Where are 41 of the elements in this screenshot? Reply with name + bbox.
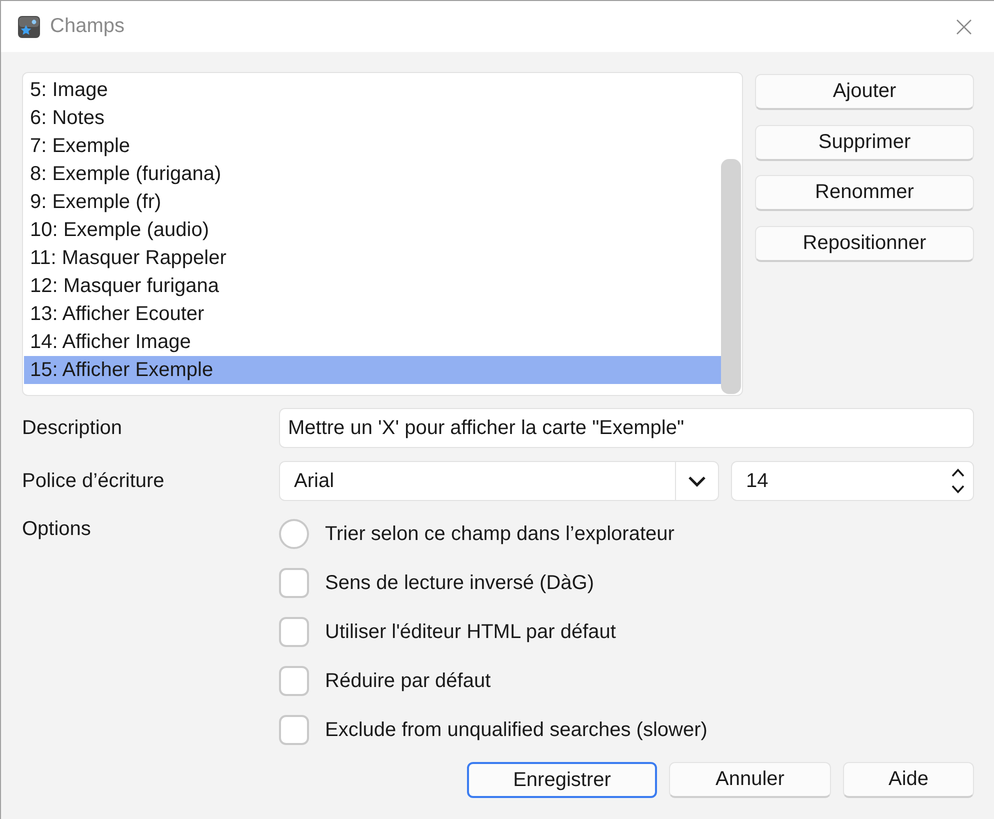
option-label: Réduire par défaut <box>325 670 491 692</box>
font-family-dropdown[interactable]: Arial <box>279 461 719 501</box>
checkbox[interactable] <box>279 568 309 598</box>
field-list-item[interactable]: 11: Masquer Rappeler <box>24 244 721 272</box>
font-size-spinbox[interactable]: 14 <box>731 461 974 501</box>
fields-list[interactable]: 5: Image 6: Notes 7: Exemple 8: Exemple (furigana) 9: Exemple (fr) 10: Exemple (audio) 11: Masquer Rappeler 12: Masquer furigana 13: Afficher Ecouter 14: Afficher Image 15: Afficher Exemple <box>22 72 743 396</box>
dialog-button[interactable]: Aide <box>843 762 974 798</box>
radio-button[interactable] <box>279 519 309 549</box>
description-input[interactable]: Mettre un 'X' pour afficher la carte "Exemple" <box>279 408 974 448</box>
description-label: Description <box>22 416 124 440</box>
field-list-item[interactable]: 13: Afficher Ecouter <box>24 300 721 328</box>
scrollbar-thumb[interactable] <box>721 159 741 394</box>
field-list-item[interactable]: 15: Afficher Exemple <box>24 356 721 384</box>
font-label: Police d’écriture <box>22 470 166 492</box>
checkbox[interactable] <box>279 715 309 745</box>
field-list-item[interactable]: 14: Afficher Image <box>24 328 721 356</box>
field-list-item[interactable]: 5: Image <box>24 76 721 104</box>
option-label: Exclude from unqualified searches (slower) <box>325 718 708 742</box>
field-action-button[interactable]: Supprimer <box>755 124 974 160</box>
window-title: Champs <box>50 15 126 38</box>
close-button[interactable] <box>954 16 974 36</box>
field-list-item[interactable]: 10: Exemple (audio) <box>24 216 721 244</box>
field-list-item[interactable]: 9: Exemple (fr) <box>24 188 721 216</box>
field-list-item[interactable]: 6: Notes <box>24 104 721 132</box>
field-list-item[interactable]: 12: Masquer furigana <box>24 272 721 300</box>
checkbox[interactable] <box>279 666 309 696</box>
field-action-button[interactable]: Ajouter <box>755 74 974 110</box>
checkbox[interactable] <box>279 617 309 647</box>
dialog-button[interactable]: Annuler <box>669 762 831 798</box>
field-list-item[interactable]: 7: Exemple <box>24 132 721 160</box>
spin-arrows-icon <box>951 467 965 495</box>
field-action-button[interactable]: Renommer <box>755 175 974 211</box>
option-label: Utiliser l'éditeur HTML par défaut <box>325 620 616 644</box>
field-action-button[interactable]: Repositionner <box>755 226 974 262</box>
option-label: Sens de lecture inversé (DàG) <box>325 572 594 594</box>
close-icon <box>956 18 972 34</box>
chevron-down-icon <box>688 476 706 486</box>
option-label: Trier selon ce champ dans l’explorateur <box>325 522 674 546</box>
field-list-item[interactable]: 8: Exemple (furigana) <box>24 160 721 188</box>
dialog-button[interactable]: Enregistrer <box>467 762 657 798</box>
options-label: Options <box>22 517 92 541</box>
